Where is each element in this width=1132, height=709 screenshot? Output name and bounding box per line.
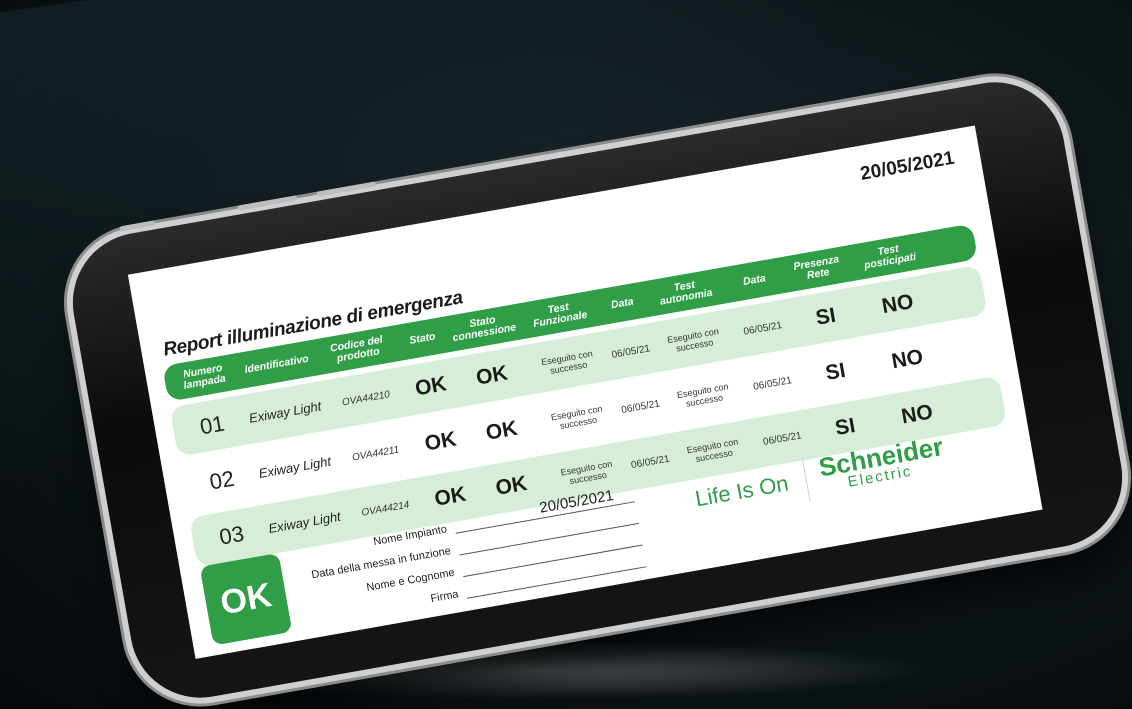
lamp-identifier: Exiway Light bbox=[247, 398, 323, 426]
mains-present: SI bbox=[813, 303, 838, 330]
lamp-status: OK bbox=[413, 372, 449, 401]
report-date: 20/05/2021 bbox=[858, 147, 956, 185]
functional-test-date: 06/05/21 bbox=[610, 342, 651, 361]
col-header: Presenza Rete bbox=[792, 253, 841, 282]
connection-status: OK bbox=[484, 416, 520, 445]
mains-present: SI bbox=[823, 358, 848, 385]
lamp-number: 01 bbox=[197, 410, 227, 440]
product-code: OVA44214 bbox=[360, 499, 411, 519]
postponed-tests: NO bbox=[880, 290, 916, 319]
col-header: Codice del prodotto bbox=[329, 333, 384, 365]
autonomy-test: Eseguito con successo bbox=[666, 326, 720, 354]
col-header: Data bbox=[609, 294, 635, 311]
col-header: Numero lampada bbox=[182, 361, 227, 392]
lamp-identifier: Exiway Light bbox=[257, 453, 333, 481]
brand-tagline: Life Is On bbox=[691, 458, 811, 522]
autonomy-test: Eseguito con successo bbox=[676, 381, 730, 409]
col-header: Test autonomia bbox=[659, 278, 714, 308]
lamp-number: 03 bbox=[217, 520, 246, 550]
col-header: Stato connessione bbox=[451, 313, 517, 345]
functional-test: Eseguito con successo bbox=[540, 348, 594, 376]
col-header: Test Funzionale bbox=[532, 300, 589, 331]
product-code: OVA44211 bbox=[351, 443, 401, 464]
col-header: Data bbox=[741, 271, 767, 288]
postponed-tests: NO bbox=[889, 345, 925, 374]
schneider-logo: Schneider Electric bbox=[803, 431, 948, 500]
product-code: OVA44210 bbox=[341, 388, 391, 408]
col-header: Stato bbox=[408, 329, 437, 347]
autonomy-test-date: 06/05/21 bbox=[742, 319, 783, 338]
functional-test-date: 06/05/21 bbox=[620, 397, 661, 416]
ok-status-badge: OK bbox=[199, 552, 293, 646]
functional-test-date: 06/05/21 bbox=[630, 453, 671, 471]
lamp-status: OK bbox=[423, 427, 459, 456]
functional-test: Eseguito con successo bbox=[550, 403, 604, 431]
col-header: Identificativo bbox=[243, 352, 310, 376]
col-header: Test posticipati bbox=[863, 242, 917, 272]
autonomy-test-date: 06/05/21 bbox=[752, 374, 793, 393]
connection-status: OK bbox=[474, 361, 510, 390]
lamp-number: 02 bbox=[207, 465, 237, 495]
autonomy-test-date: 06/05/21 bbox=[762, 429, 803, 448]
